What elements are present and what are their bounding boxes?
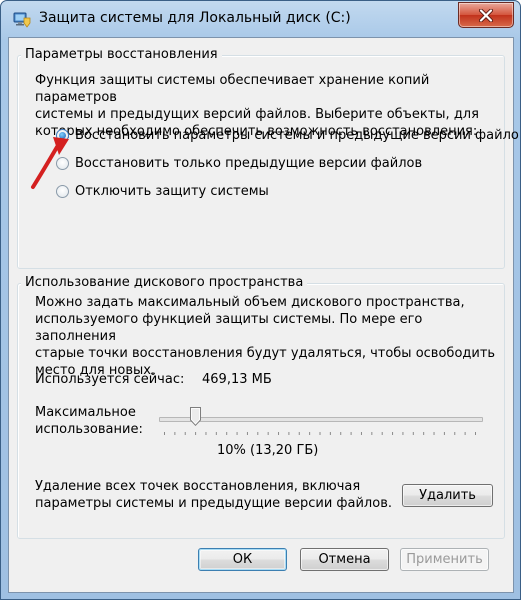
ok-button[interactable]: ОК <box>198 548 287 571</box>
current-usage-label: Используется сейчас: <box>35 372 185 387</box>
cancel-button[interactable]: Отмена <box>300 548 389 571</box>
system-protection-icon <box>13 12 31 28</box>
dialog-window: Защита системы для Локальный диск (C:) П… <box>0 0 521 600</box>
disk-usage-description: Можно задать максимальный объем дисковог… <box>35 295 496 378</box>
radio-restore-settings-and-files[interactable]: Восстановить параметры системы и предыду… <box>56 128 520 143</box>
slider-tick-marks <box>164 432 476 435</box>
radio-disable-protection[interactable]: Отключить защиту системы <box>56 184 269 199</box>
window-title: Защита системы для Локальный диск (C:) <box>39 10 351 26</box>
max-usage-slider-track[interactable] <box>159 417 483 422</box>
delete-button[interactable]: Удалить <box>402 484 493 507</box>
max-usage-slider-thumb[interactable] <box>190 407 202 426</box>
delete-points-description: Удаление всех точек восстановления, вклю… <box>35 479 392 511</box>
max-usage-label: Максимальное использование: <box>35 405 143 437</box>
restore-settings-group-label: Параметры восстановления <box>21 47 222 62</box>
close-button[interactable] <box>458 2 514 28</box>
apply-button: Применить <box>400 548 489 571</box>
disk-usage-group-label: Использование дискового пространства <box>21 275 308 290</box>
current-usage-value: 469,13 МБ <box>202 372 272 387</box>
radio-restore-files-only[interactable]: Восстановить только предыдущие версии фа… <box>56 156 422 171</box>
max-usage-value: 10% (13,20 ГБ) <box>217 443 319 458</box>
dialog-body: Параметры восстановления Функция защиты … <box>8 37 520 593</box>
title-bar[interactable]: Защита системы для Локальный диск (C:) <box>1 1 520 37</box>
red-annotation-arrow-icon <box>31 137 69 189</box>
close-icon <box>479 8 493 22</box>
